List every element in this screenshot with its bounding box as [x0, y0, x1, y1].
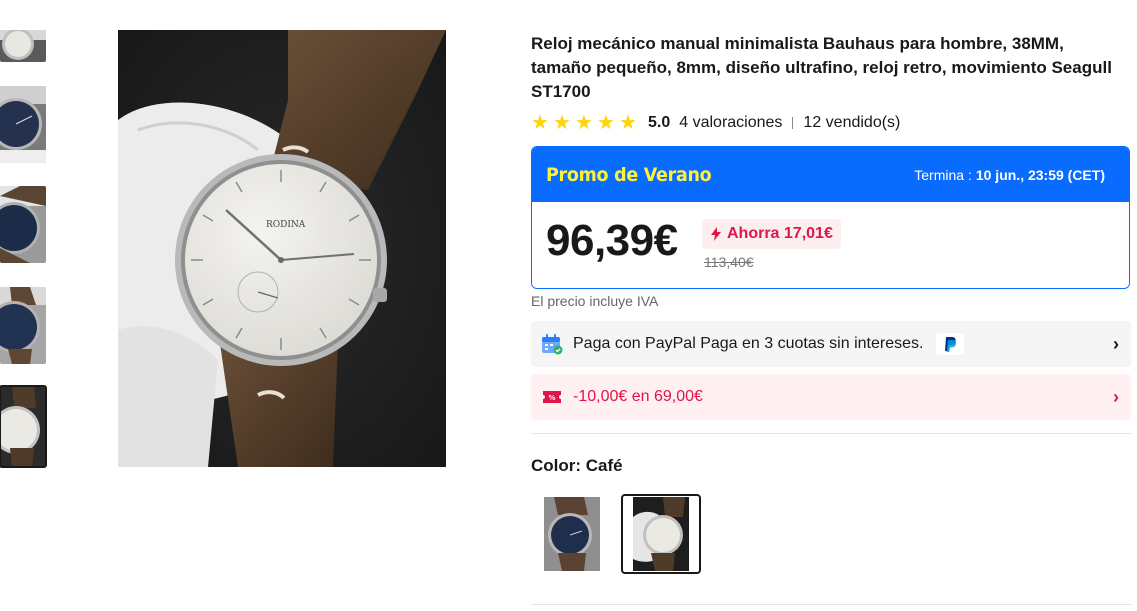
thumbnail-1[interactable]: [0, 30, 46, 62]
watch-photo-blue-dial: [0, 86, 46, 163]
sold-count: 12 vendido(s): [803, 114, 901, 131]
watch-swatch-image: [544, 497, 600, 571]
svg-text:%: %: [548, 394, 555, 402]
thumbnail-2[interactable]: [0, 86, 46, 163]
color-label: Color: Café: [531, 456, 623, 475]
section-divider: [531, 604, 1132, 605]
thumbnail-3[interactable]: [0, 186, 46, 263]
paypal-installments-row[interactable]: Paga con PayPal Paga en 3 cuotas sin int…: [531, 321, 1131, 367]
current-price: 96,39€: [546, 216, 678, 265]
rating-row[interactable]: ★ ★ ★ ★ ★ 5.0 4 valoraciones 12 vendido(…: [531, 112, 900, 134]
paypal-text: Paga con PayPal Paga en 3 cuotas sin int…: [573, 333, 1113, 355]
watch-photo-main: RODINA: [118, 30, 446, 467]
chevron-right-icon: ›: [1113, 386, 1119, 407]
color-option-white-dial-selected[interactable]: [621, 494, 701, 574]
rating-score: 5.0: [648, 114, 671, 131]
star-icon: ★: [553, 111, 571, 134]
star-icon: ★: [575, 111, 593, 134]
lightning-icon: [711, 227, 721, 241]
star-icon: ★: [597, 111, 615, 134]
calendar-icon: [541, 333, 563, 355]
watch-photo-white-dial: [0, 386, 46, 467]
coupon-text: -10,00€ en 69,00€: [573, 388, 703, 405]
paypal-logo-icon: [935, 333, 964, 355]
vat-note: El precio incluye IVA: [531, 293, 659, 309]
review-count-link[interactable]: 4 valoraciones: [679, 114, 782, 132]
watch-photo-blue-dial: [0, 186, 46, 263]
promo-box: Promo de Verano Termina :10 jun., 23:59 …: [531, 146, 1130, 289]
promo-end-label: Termina :: [914, 166, 972, 183]
savings-badge: Ahorra 17,01€: [702, 219, 841, 249]
dial-brand-text: RODINA: [266, 220, 306, 230]
promo-header: Promo de Verano Termina :10 jun., 23:59 …: [532, 147, 1129, 202]
watch-swatch-image: [633, 497, 689, 571]
original-price: 113,40€: [704, 254, 754, 270]
promo-title: Promo de Verano: [546, 163, 712, 186]
promo-end-time: Termina :10 jun., 23:59 (CET): [914, 167, 1105, 183]
color-option-blue-dial[interactable]: [532, 494, 612, 574]
section-divider: [531, 433, 1132, 434]
watch-photo-blue-dial: [0, 287, 46, 364]
chevron-right-icon: ›: [1113, 333, 1119, 354]
coupon-icon: %: [541, 386, 563, 408]
thumbnail-5[interactable]: [0, 385, 47, 468]
star-icon: ★: [531, 111, 549, 134]
product-title: Reloj mecánico manual minimalista Bauhau…: [531, 34, 1112, 101]
divider: [792, 117, 794, 129]
star-rating: ★ ★ ★ ★ ★: [531, 111, 638, 134]
price-area: 96,39€ Ahorra 17,01€ 113,40€: [532, 202, 1129, 288]
thumbnail-4[interactable]: [0, 287, 46, 364]
savings-text: Ahorra 17,01€: [727, 225, 833, 242]
paypal-installments-text: Paga con PayPal Paga en 3 cuotas sin int…: [573, 335, 924, 353]
star-icon: ★: [619, 111, 637, 134]
promo-end-value: 10 jun., 23:59 (CET): [975, 166, 1105, 183]
coupon-row[interactable]: % -10,00€ en 69,00€ ›: [531, 374, 1131, 420]
main-product-image[interactable]: RODINA: [118, 30, 446, 467]
watch-photo-white-dial: [0, 30, 46, 62]
